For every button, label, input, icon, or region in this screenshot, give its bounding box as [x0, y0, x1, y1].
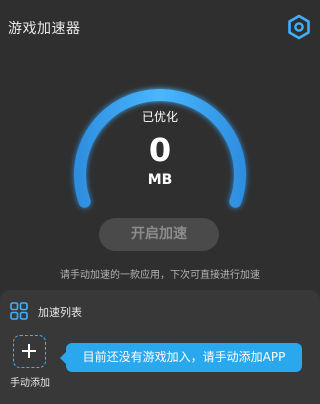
- manual-add-button[interactable]: [13, 335, 46, 368]
- grid-icon: [10, 302, 28, 320]
- list-title: 加速列表: [38, 306, 82, 319]
- header: 游戏加速器: [0, 0, 320, 56]
- empty-list-tooltip: 目前还没有游戏加入，请手动添加APP: [60, 343, 302, 372]
- acceleration-list-panel: 加速列表 手动添加 目前还没有游戏加入，请手动添加APP: [0, 290, 320, 404]
- tooltip-text: 目前还没有游戏加入，请手动添加APP: [82, 350, 286, 364]
- gear-icon: [288, 14, 310, 40]
- hint-text: 请手动加速的一款应用，下次可直接进行加速: [60, 270, 260, 281]
- settings-button[interactable]: [286, 14, 312, 40]
- gauge-value: 0: [148, 131, 172, 169]
- gauge-unit: MB: [147, 172, 173, 188]
- plus-icon-bar: [22, 350, 36, 352]
- manual-add-label: 手动添加: [10, 378, 50, 389]
- app-title: 游戏加速器: [8, 21, 81, 37]
- gauge-status: 已优化: [141, 110, 178, 124]
- tooltip-arrow: [60, 352, 66, 364]
- start-accelerate-button[interactable]: 开启加速: [99, 218, 219, 251]
